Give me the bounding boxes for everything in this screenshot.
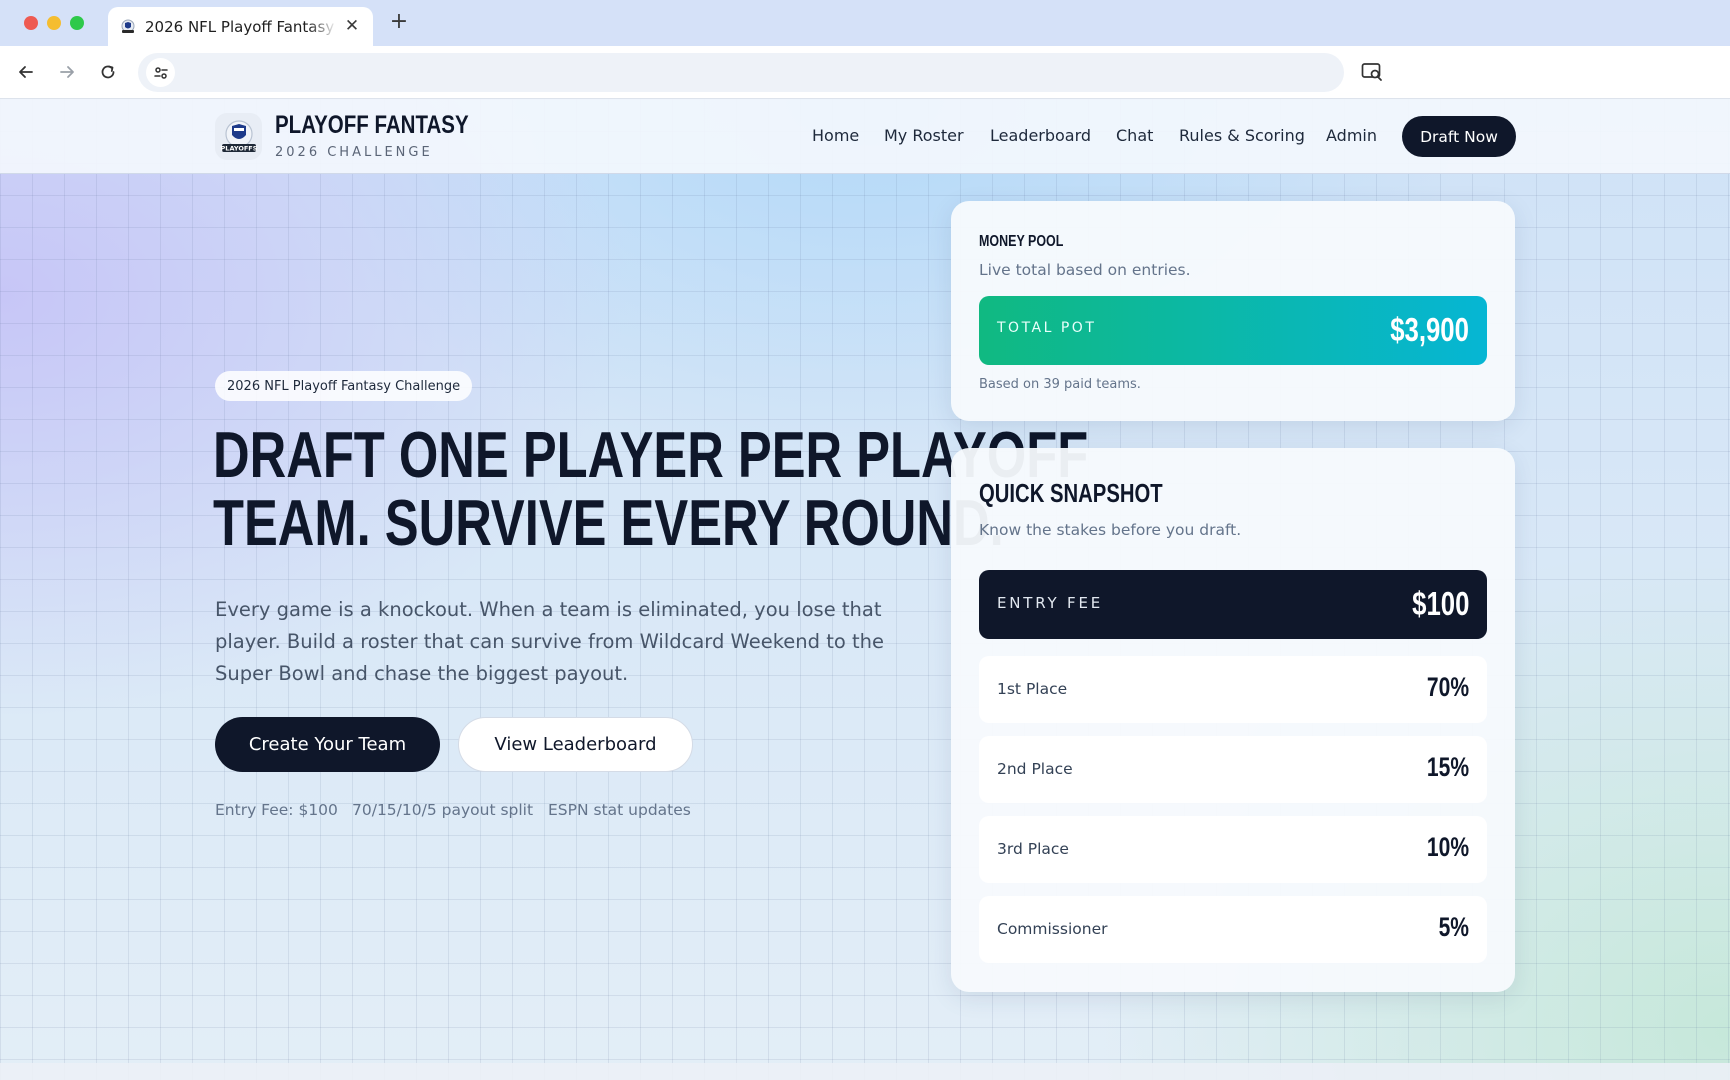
playoffs-logo[interactable]: PLAYOFFS [215,113,262,160]
page-viewport: PLAYOFFS PLAYOFF FANTASY 2026 CHALLENGE … [0,99,1730,1080]
total-pot-label: TOTAL POT [997,320,1097,336]
payout-row-3rd: 3rd Place 10% [979,816,1487,883]
back-arrow-icon[interactable] [11,57,41,87]
snapshot-description: Know the stakes before you draft. [979,521,1242,539]
snapshot-title: QUICK SNAPSHOT [979,478,1163,508]
hero-intro-line-3: Super Bowl and chase the biggest payout. [215,662,629,685]
nav-admin[interactable]: Admin [1326,126,1377,145]
reload-icon[interactable] [93,57,123,87]
nav-rules-scoring[interactable]: Rules & Scoring [1179,126,1305,145]
payout-value: 5% [1438,912,1469,942]
total-pot-bar: TOTAL POT $3,900 [979,296,1487,365]
create-team-button[interactable]: Create Your Team [215,717,440,772]
payout-value: 15% [1426,752,1469,782]
nav-chat[interactable]: Chat [1116,126,1153,145]
meta-espn-updates: ESPN stat updates [548,801,691,819]
address-bar[interactable] [138,53,1344,92]
site-settings-icon[interactable] [146,58,175,87]
minimize-window-button[interactable] [47,16,61,30]
paid-teams-note: Based on 39 paid teams. [979,377,1141,392]
money-pool-label: MONEY POOL [979,233,1064,250]
hero-intro: Every game is a knockout. When a team is… [215,594,915,690]
nav-leaderboard[interactable]: Leaderboard [990,126,1091,145]
maximize-window-button[interactable] [70,16,84,30]
new-tab-button[interactable]: + [386,9,412,35]
meta-payout-split: 70/15/10/5 payout split [352,801,534,819]
draft-now-button[interactable]: Draft Now [1402,116,1516,157]
browser-tab-bar: 2026 NFL Playoff Fantasy Challenge ✕ + [0,0,1730,46]
tab-title: 2026 NFL Playoff Fantasy Challenge [145,18,337,36]
entry-fee-value: $100 [1411,585,1469,622]
money-pool-card: MONEY POOL Live total based on entries. … [951,201,1515,421]
browser-toolbar [0,46,1730,99]
svg-text:PLAYOFFS: PLAYOFFS [220,144,257,152]
google-lens-icon[interactable] [1357,57,1387,87]
site-header: PLAYOFFS PLAYOFF FANTASY 2026 CHALLENGE … [0,99,1730,174]
meta-entry-fee: Entry Fee: $100 [215,801,338,819]
brand-subtitle: 2026 CHALLENGE [275,145,433,160]
nav-home[interactable]: Home [812,126,859,145]
playoffs-logo-icon: PLAYOFFS [220,119,257,152]
nav-my-roster[interactable]: My Roster [884,126,964,145]
entry-fee-bar: ENTRY FEE $100 [979,570,1487,639]
brand-title[interactable]: PLAYOFF FANTASY [275,111,469,140]
hero-intro-line-1: Every game is a knockout. When a team is… [215,598,882,621]
payout-label: 3rd Place [997,840,1069,858]
payout-label: Commissioner [997,920,1108,938]
payout-value: 70% [1426,672,1469,702]
money-pool-description: Live total based on entries. [979,261,1191,279]
entry-fee-label: ENTRY FEE [997,594,1104,612]
payout-row-2nd: 2nd Place 15% [979,736,1487,803]
hero-badge: 2026 NFL Playoff Fantasy Challenge [215,371,473,401]
payout-row-1st: 1st Place 70% [979,656,1487,723]
forward-arrow-icon[interactable] [52,57,82,87]
payout-value: 10% [1426,832,1469,862]
playoffs-logo-icon [120,19,136,35]
browser-tab[interactable]: 2026 NFL Playoff Fantasy Challenge ✕ [108,7,373,46]
payout-row-commissioner: Commissioner 5% [979,896,1487,963]
close-tab-icon[interactable]: ✕ [341,15,363,37]
view-leaderboard-button[interactable]: View Leaderboard [458,717,693,772]
close-window-button[interactable] [24,16,38,30]
payout-label: 2nd Place [997,760,1073,778]
payout-label: 1st Place [997,680,1068,698]
hero-intro-line-2: player. Build a roster that can survive … [215,630,884,653]
page-section-divider [0,1063,1730,1080]
quick-snapshot-card: QUICK SNAPSHOT Know the stakes before yo… [951,448,1515,992]
total-pot-value: $3,900 [1390,311,1469,348]
